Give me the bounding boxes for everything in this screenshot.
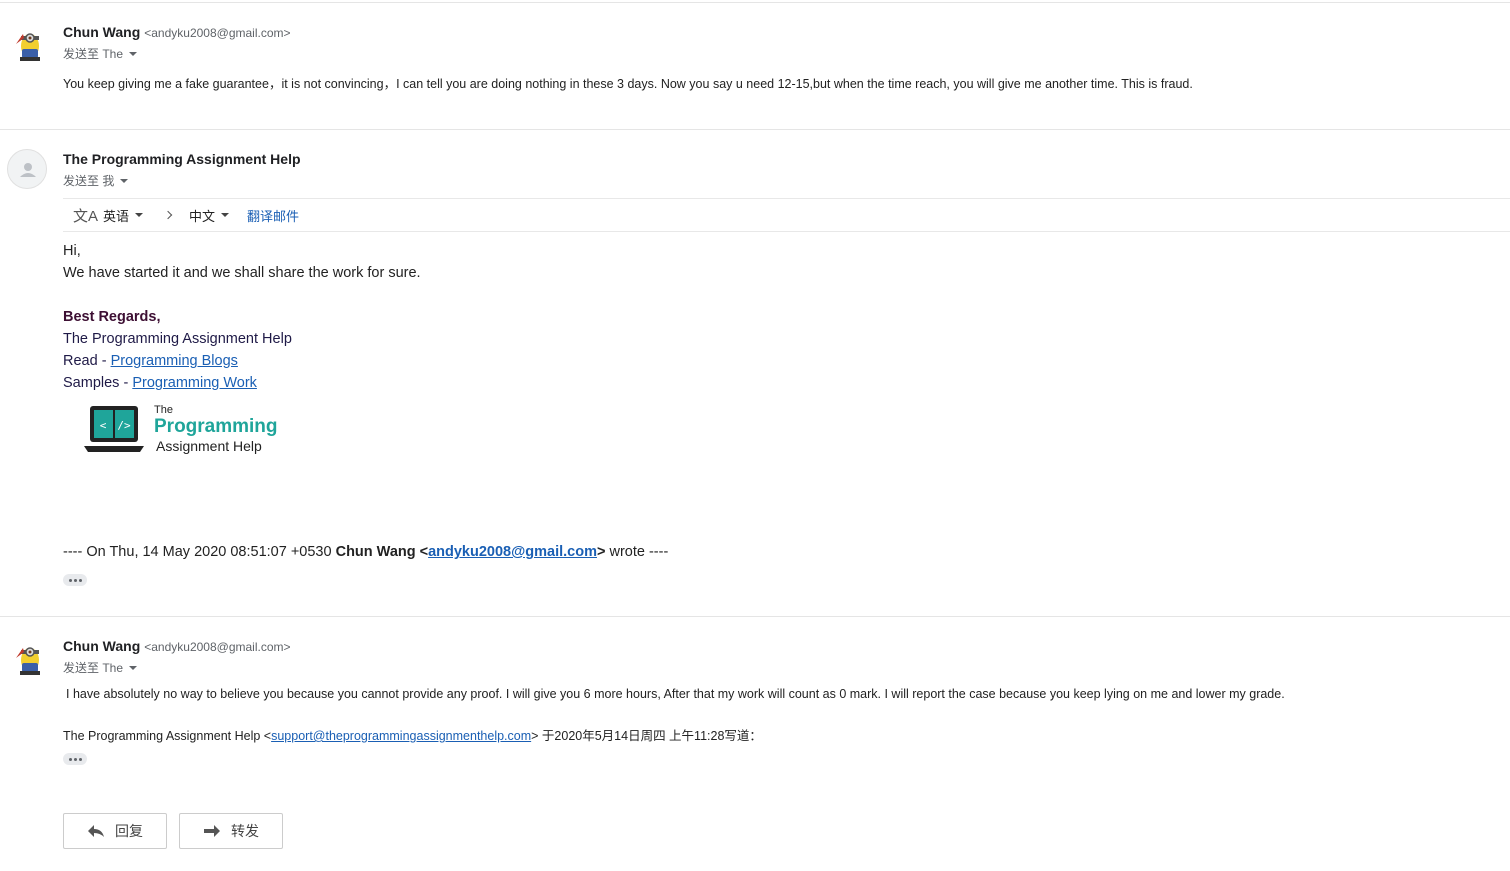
sender-line: Chun Wang <andyku2008@gmail.com> bbox=[63, 638, 291, 654]
minion-avatar-icon bbox=[10, 24, 50, 64]
programming-blogs-link[interactable]: Programming Blogs bbox=[111, 353, 238, 369]
sender-line: Chun Wang <andyku2008@gmail.com> bbox=[63, 24, 291, 40]
greeting: Hi, bbox=[63, 243, 81, 259]
samples-prefix: Samples - bbox=[63, 375, 133, 391]
show-trimmed-content-button[interactable] bbox=[63, 574, 87, 586]
svg-text:/>: /> bbox=[117, 419, 131, 432]
show-trimmed-content-button[interactable] bbox=[63, 753, 87, 765]
svg-text:<: < bbox=[100, 419, 107, 432]
target-language-label: 中文 bbox=[189, 208, 216, 224]
message-divider bbox=[0, 129, 1510, 130]
quote-header: The Programming Assignment Help <support… bbox=[63, 725, 762, 744]
signature-regards: Best Regards, bbox=[63, 309, 161, 325]
reply-icon bbox=[88, 825, 104, 837]
sender-name[interactable]: Chun Wang bbox=[63, 638, 140, 654]
reply-label: 回复 bbox=[115, 823, 143, 839]
top-divider bbox=[0, 2, 1510, 3]
signature-company: The Programming Assignment Help bbox=[63, 331, 292, 347]
quote-email-link[interactable]: support@theprogrammingassignmenthelp.com bbox=[271, 729, 531, 743]
source-language-select[interactable]: 英语 bbox=[103, 206, 144, 225]
caret-down-icon bbox=[129, 51, 138, 56]
recipient-label: 发送至 我 bbox=[63, 174, 115, 188]
sender-avatar[interactable] bbox=[10, 24, 50, 64]
signature-read-line: Read - Programming Blogs bbox=[63, 353, 238, 369]
logo-the: The bbox=[154, 404, 173, 416]
minion-avatar-icon bbox=[10, 638, 50, 678]
signature-samples-line: Samples - Programming Work bbox=[63, 375, 257, 391]
caret-down-icon bbox=[135, 213, 144, 217]
message-body: You keep giving me a fake guarantee，it i… bbox=[63, 77, 1193, 91]
sender-name[interactable]: The Programming Assignment Help bbox=[63, 151, 301, 167]
quote-suffix: wrote ---- bbox=[605, 544, 669, 560]
quote-name: Chun Wang < bbox=[335, 544, 429, 560]
read-prefix: Read - bbox=[63, 353, 111, 369]
sender-avatar[interactable] bbox=[7, 149, 47, 189]
recipient-dropdown[interactable]: 发送至 The bbox=[63, 659, 138, 676]
sender-line: The Programming Assignment Help bbox=[63, 151, 301, 167]
recipient-label: 发送至 The bbox=[63, 661, 124, 675]
translate-message-link[interactable]: 翻译邮件 bbox=[247, 206, 299, 225]
message-body: I have absolutely no way to believe you … bbox=[66, 687, 1285, 701]
translate-icon: 文A bbox=[73, 207, 99, 225]
source-language-label: 英语 bbox=[103, 208, 130, 224]
logo-assignment-help: Assignment Help bbox=[156, 438, 262, 454]
recipient-label: 发送至 The bbox=[63, 47, 124, 61]
quote-prefix: ---- On Thu, 14 May 2020 08:51:07 +0530 bbox=[63, 544, 336, 560]
translate-bar: 文A 英语 中文 翻译邮件 bbox=[63, 198, 1510, 232]
quote-email-link[interactable]: andyku2008@gmail.com bbox=[428, 544, 597, 560]
sender-email: <andyku2008@gmail.com> bbox=[144, 640, 291, 654]
caret-down-icon bbox=[120, 178, 129, 183]
programming-work-link[interactable]: Programming Work bbox=[132, 375, 257, 391]
quote-header: ---- On Thu, 14 May 2020 08:51:07 +0530 … bbox=[63, 544, 668, 560]
message-divider bbox=[0, 616, 1510, 617]
reply-button[interactable]: 回复 bbox=[63, 813, 167, 849]
recipient-dropdown[interactable]: 发送至 我 bbox=[63, 172, 129, 189]
company-logo[interactable]: < /> The Programming Assignment Help bbox=[82, 402, 282, 458]
message-body: We have started it and we shall share th… bbox=[63, 265, 421, 281]
laptop-code-icon: < /> bbox=[84, 406, 144, 452]
forward-label: 转发 bbox=[231, 823, 259, 839]
sender-name[interactable]: Chun Wang bbox=[63, 24, 140, 40]
chevron-right-icon bbox=[163, 210, 173, 220]
caret-down-icon bbox=[221, 213, 230, 217]
caret-down-icon bbox=[129, 665, 138, 670]
logo-programming: Programming bbox=[154, 416, 278, 437]
sender-email: <andyku2008@gmail.com> bbox=[144, 26, 291, 40]
quote-prefix: The Programming Assignment Help < bbox=[63, 729, 272, 743]
forward-icon bbox=[204, 825, 220, 837]
person-icon bbox=[20, 163, 36, 177]
sender-avatar[interactable] bbox=[10, 638, 50, 678]
recipient-dropdown[interactable]: 发送至 The bbox=[63, 45, 138, 62]
target-language-select[interactable]: 中文 bbox=[189, 206, 230, 225]
forward-button[interactable]: 转发 bbox=[179, 813, 283, 849]
quote-suffix: > 于2020年5月14日周四 上午11:28写道： bbox=[531, 729, 762, 743]
